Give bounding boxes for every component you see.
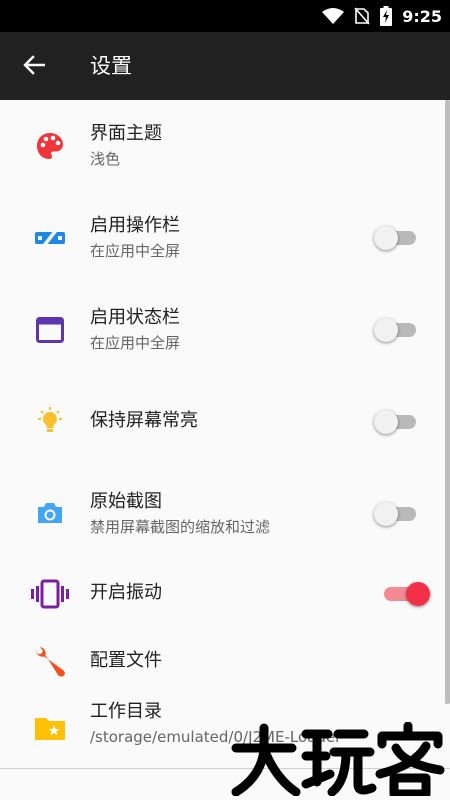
switch-thumb [374, 318, 398, 342]
settings-list: 界面主题 浅色 启用操作栏 在应用中全屏 启用状态栏 在应用中全屏 保持屏幕常亮… [0, 100, 450, 768]
vibration-icon [30, 574, 70, 614]
watermark-logo [230, 721, 448, 799]
setting-summary: 浅色 [90, 150, 121, 168]
camera-icon [30, 493, 70, 533]
action-bar-toggle[interactable] [374, 220, 418, 256]
wrench-icon [30, 642, 70, 682]
setting-title: 工作目录 [90, 701, 162, 722]
status-bar-toggle[interactable] [374, 312, 418, 348]
vibration-toggle[interactable] [380, 576, 430, 612]
back-button[interactable] [18, 51, 50, 83]
raw-screenshot-toggle[interactable] [374, 496, 418, 532]
setting-summary: 在应用中全屏 [90, 242, 181, 260]
setting-keep-screen-on[interactable]: 保持屏幕常亮 [0, 376, 440, 468]
setting-theme[interactable]: 界面主题 浅色 [0, 100, 440, 192]
action-bar-icon [30, 218, 70, 258]
switch-thumb [374, 226, 398, 250]
no-sim-icon [354, 7, 370, 25]
switch-thumb [374, 502, 398, 526]
setting-action-bar[interactable]: 启用操作栏 在应用中全屏 [0, 192, 440, 284]
window-icon [30, 310, 70, 350]
setting-title: 开启振动 [90, 582, 162, 603]
scrollbar[interactable] [445, 100, 450, 704]
arrow-back-icon [23, 55, 46, 79]
setting-raw-screenshot[interactable]: 原始截图 禁用屏幕截图的缩放和过滤 [0, 468, 440, 560]
palette-icon [30, 126, 70, 166]
wifi-icon [322, 8, 345, 24]
page-title: 设置 [90, 54, 132, 78]
keep-screen-on-toggle[interactable] [374, 404, 418, 440]
app-bar: 设置 [0, 32, 450, 100]
setting-title: 启用操作栏 [90, 215, 180, 236]
clock: 9:25 [402, 6, 442, 26]
setting-status-bar[interactable]: 启用状态栏 在应用中全屏 [0, 284, 440, 376]
battery-charging-icon [380, 6, 393, 26]
setting-vibration[interactable]: 开启振动 [0, 560, 440, 628]
setting-summary: 禁用屏幕截图的缩放和过滤 [90, 518, 271, 536]
setting-summary: 在应用中全屏 [90, 334, 181, 352]
setting-title: 保持屏幕常亮 [90, 410, 198, 431]
setting-title: 界面主题 [90, 123, 162, 144]
setting-title: 原始截图 [90, 491, 162, 512]
switch-thumb [374, 410, 398, 434]
setting-profiles[interactable]: 配置文件 [0, 628, 440, 696]
status-bar: 9:25 [0, 0, 450, 32]
lightbulb-icon [30, 401, 70, 441]
setting-title: 配置文件 [90, 650, 162, 671]
folder-star-icon [30, 708, 70, 748]
setting-title: 启用状态栏 [90, 307, 180, 328]
switch-thumb [406, 582, 430, 606]
